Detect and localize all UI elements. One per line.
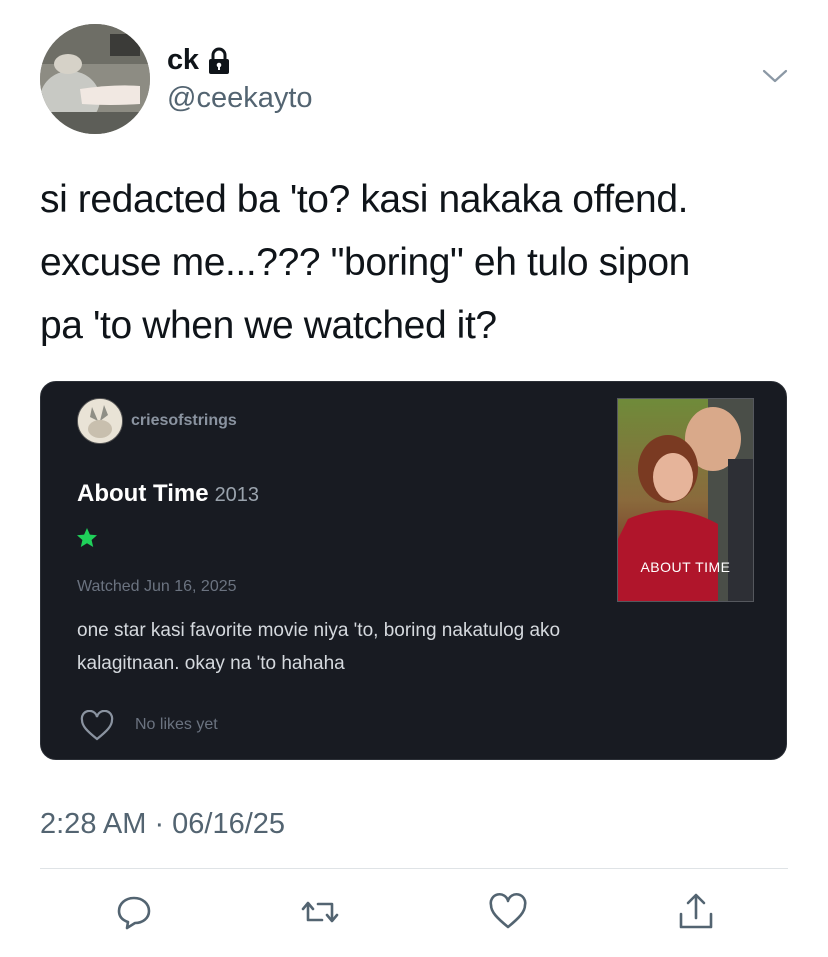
author-name[interactable]: ck bbox=[167, 44, 199, 77]
divider bbox=[40, 868, 788, 869]
reviewer-avatar bbox=[77, 398, 123, 444]
star-icon bbox=[77, 528, 97, 547]
review-text-line: one star kasi favorite movie niya 'to, b… bbox=[77, 620, 561, 641]
tweet-text: si redacted ba 'to? kasi nakaka offend. … bbox=[40, 168, 810, 357]
lock-icon bbox=[208, 47, 229, 74]
movie-title: About Time bbox=[77, 480, 209, 507]
tweet-text-line: si redacted ba 'to? kasi nakaka offend. bbox=[40, 178, 689, 221]
author-name-row[interactable]: ck bbox=[167, 44, 231, 77]
movie-year: 2013 bbox=[214, 484, 260, 506]
reply-icon[interactable] bbox=[112, 890, 156, 934]
retweet-icon[interactable] bbox=[298, 890, 342, 934]
tweet-text-line: excuse me...??? "boring" eh tulo sipon bbox=[40, 241, 690, 284]
watched-date: Watched Jun 16, 2025 bbox=[77, 578, 237, 595]
review-text: one star kasi favorite movie niya 'to, b… bbox=[77, 614, 677, 680]
author-handle[interactable]: @ceekayto bbox=[167, 82, 313, 115]
review-text-line: kalagitnaan. okay na 'to hahaha bbox=[77, 653, 345, 674]
reviewer-username: criesofstrings bbox=[131, 412, 237, 429]
likes-count: No likes yet bbox=[135, 716, 218, 733]
avatar[interactable] bbox=[40, 24, 150, 134]
review-card-image[interactable]: criesofstrings About Time 2013 Watched J… bbox=[40, 381, 787, 760]
like-icon[interactable] bbox=[486, 890, 530, 934]
poster-title: ABOUT TIME bbox=[640, 559, 731, 575]
tweet-timestamp[interactable]: 2:28 AM · 06/16/25 bbox=[40, 808, 285, 841]
heart-outline-icon bbox=[80, 710, 114, 741]
avatar-photo bbox=[40, 24, 150, 134]
movie-title-line: About Time 2013 bbox=[77, 480, 259, 508]
movie-poster: ABOUT TIME bbox=[617, 398, 754, 602]
share-icon[interactable] bbox=[674, 890, 718, 934]
chevron-down-icon[interactable] bbox=[760, 66, 790, 86]
tweet-text-line: pa 'to when we watched it? bbox=[40, 304, 497, 347]
